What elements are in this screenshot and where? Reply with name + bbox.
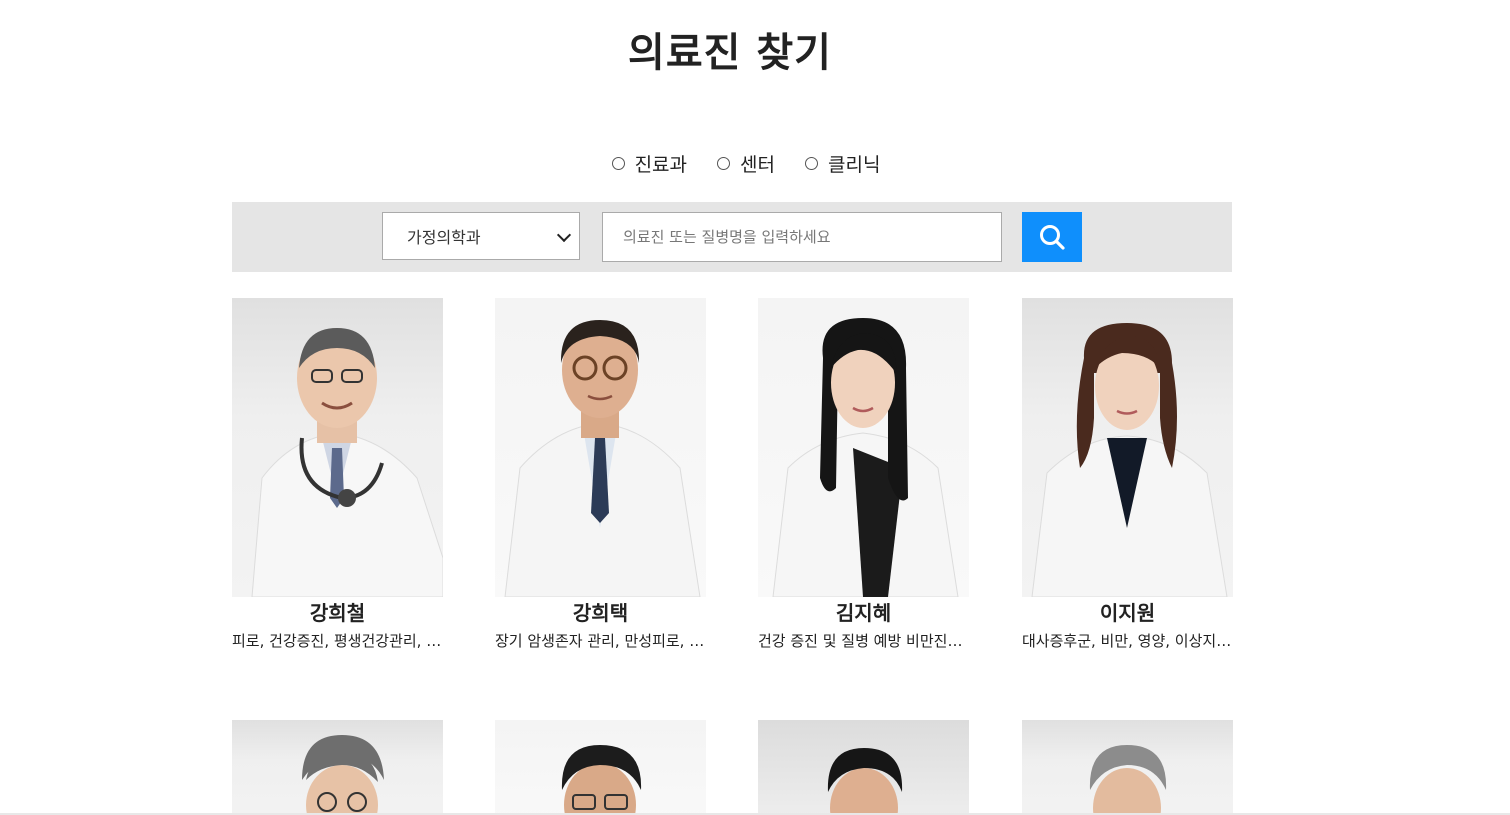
doctor-card[interactable] <box>1022 720 1233 815</box>
doctor-name[interactable]: 강희철 <box>232 600 443 626</box>
radio-circle-icon[interactable] <box>717 157 731 170</box>
doctor-photo[interactable] <box>495 720 706 815</box>
doctor-card[interactable]: 강희철 피로, 건강증진, 평생건강관리, 금연, 비만, 대사증후군 <box>232 298 443 651</box>
doctor-card[interactable] <box>232 720 443 815</box>
radio-clinic[interactable]: 클리닉 <box>804 150 881 177</box>
doctor-card[interactable] <box>495 720 706 815</box>
radio-label: 클리닉 <box>827 154 881 176</box>
department-select-value: 가정의학과 <box>407 228 481 247</box>
doctor-photo[interactable] <box>758 298 969 597</box>
doctor-specialty: 피로, 건강증진, 평생건강관리, 금연, 비만, 대사증후군 <box>232 632 443 650</box>
search-bar: 가정의학과 <box>232 202 1232 272</box>
doctor-photo[interactable] <box>1022 720 1233 815</box>
doctor-photo[interactable] <box>1022 298 1233 597</box>
doctor-specialty: 건강 증진 및 질병 예방 비만진료, 대사증후군 <box>758 632 969 650</box>
find-doctors-page: 의료진 찾기 진료과 센터 클리닉 가정의학과 의료진 또는 질병명을 입력하세… <box>0 0 1510 815</box>
doctor-name[interactable]: 김지혜 <box>758 600 969 626</box>
radio-center[interactable]: 센터 <box>717 150 775 177</box>
doctor-card[interactable]: 이지원 대사증후군, 비만, 영양, 이상지질혈증 <box>1022 298 1233 651</box>
doctor-photo[interactable] <box>232 720 443 815</box>
doctor-specialty: 장기 암생존자 관리, 만성피로, 건강증진 <box>495 632 706 650</box>
radio-label: 센터 <box>740 154 775 176</box>
doctor-name[interactable]: 이지원 <box>1022 600 1233 626</box>
doctor-card[interactable] <box>758 720 969 815</box>
radio-department[interactable]: 진료과 <box>611 150 688 177</box>
filter-type-radios: 진료과 센터 클리닉 <box>0 150 1492 177</box>
doctor-photo[interactable] <box>232 298 443 597</box>
radio-label: 진료과 <box>634 154 688 176</box>
doctor-card[interactable]: 김지혜 건강 증진 및 질병 예방 비만진료, 대사증후군 <box>758 298 969 651</box>
doctor-name[interactable]: 강희택 <box>495 600 706 626</box>
magnifier-icon <box>1040 225 1065 250</box>
radio-circle-icon[interactable] <box>611 157 625 170</box>
search-button[interactable] <box>1022 212 1082 262</box>
department-select[interactable]: 가정의학과 <box>382 212 580 260</box>
doctor-photo[interactable] <box>758 720 969 815</box>
search-input[interactable] <box>602 212 1002 262</box>
doctor-photo[interactable] <box>495 298 706 597</box>
chevron-down-icon <box>556 227 572 243</box>
doctor-card[interactable]: 강희택 장기 암생존자 관리, 만성피로, 건강증진 <box>495 298 706 651</box>
page-title: 의료진 찾기 <box>628 30 832 76</box>
radio-circle-icon[interactable] <box>804 157 818 170</box>
doctor-specialty: 대사증후군, 비만, 영양, 이상지질혈증 <box>1022 632 1233 650</box>
